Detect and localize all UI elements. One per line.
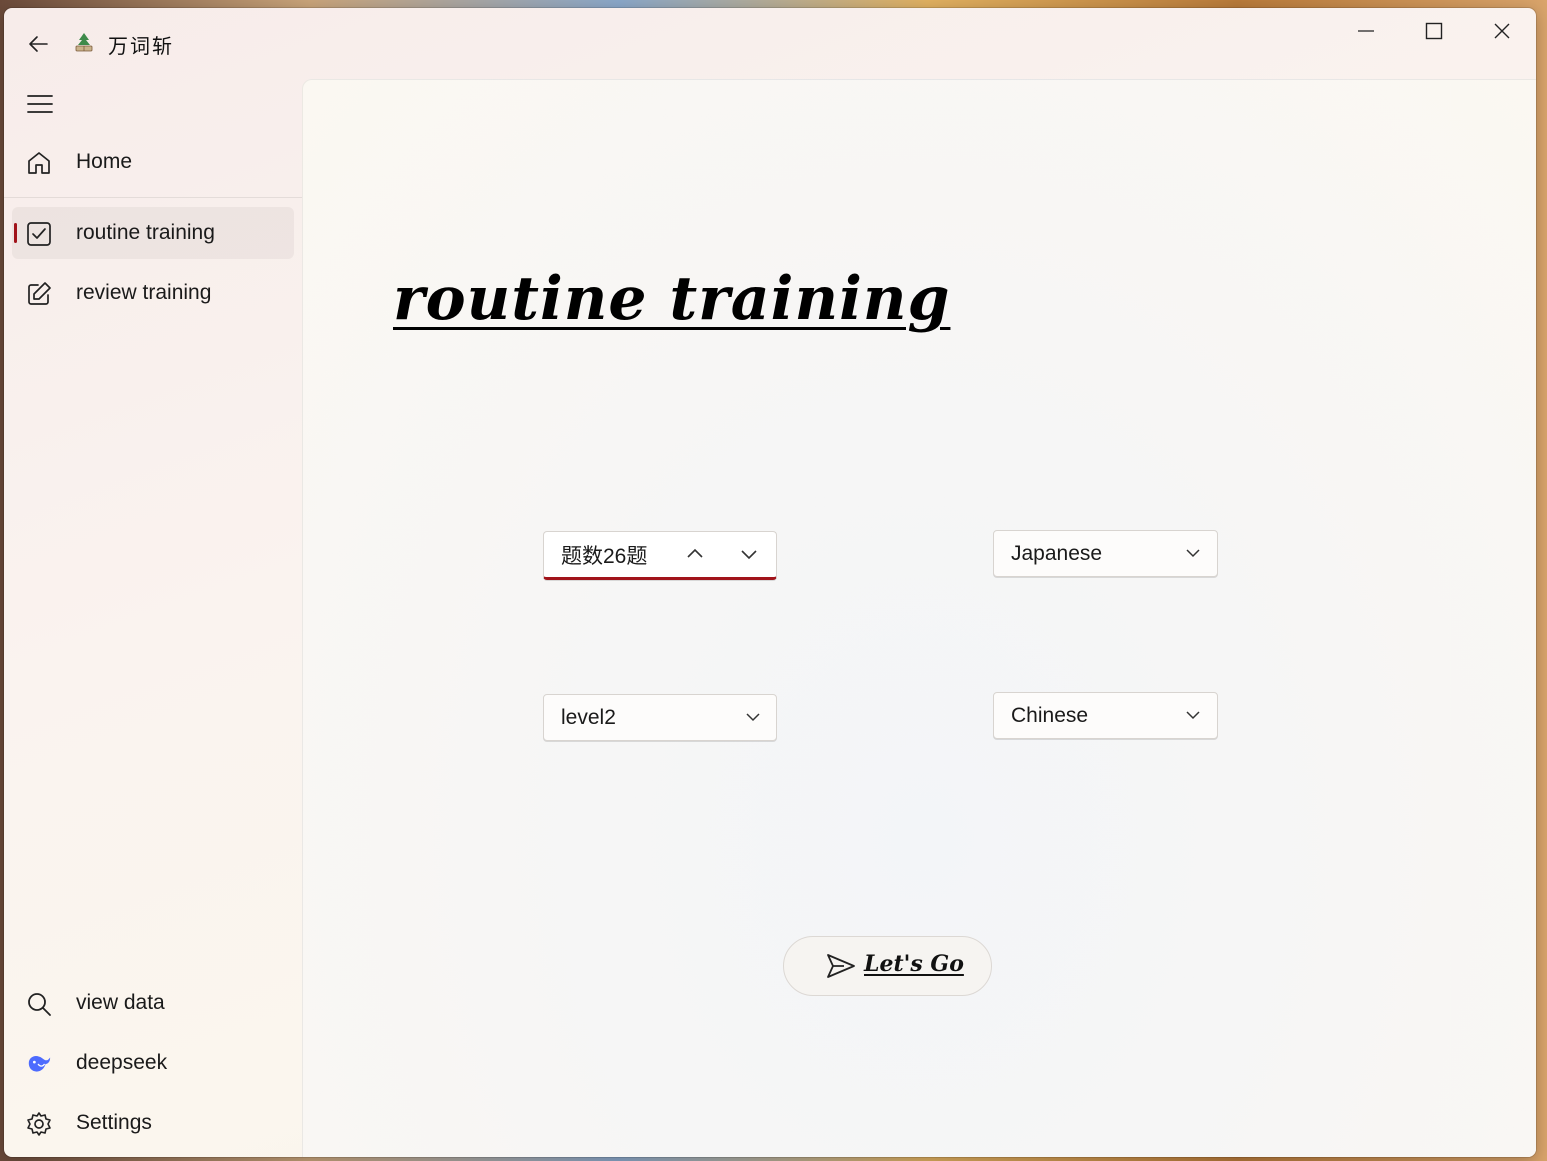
main-content: routine training 题数26题 level2 Japanese C… (302, 79, 1536, 1157)
spin-up-button[interactable] (686, 545, 704, 563)
selection-indicator (14, 223, 17, 243)
search-icon (26, 991, 52, 1017)
nav-item-home[interactable]: Home (12, 136, 294, 188)
nav-divider (4, 197, 302, 198)
nav-item-settings[interactable]: Settings (12, 1097, 294, 1149)
nav-item-label: view data (76, 991, 165, 1014)
chevron-down-icon (741, 550, 757, 560)
nav-item-deepseek[interactable]: deepseek (12, 1037, 294, 1089)
minimize-button[interactable] (1332, 8, 1400, 54)
chevron-down-icon (744, 708, 762, 726)
app-title: 万词斩 (108, 34, 174, 58)
nav-item-label: Home (76, 150, 133, 173)
source-language-value: Japanese (1011, 541, 1103, 565)
gear-icon (26, 1111, 52, 1137)
close-icon (1494, 23, 1510, 39)
back-button[interactable] (22, 28, 54, 60)
hamburger-icon (27, 95, 53, 113)
level-select-value: level2 (561, 705, 616, 729)
home-icon (26, 150, 52, 176)
spin-down-button[interactable] (740, 545, 758, 563)
question-count-numberbox[interactable]: 题数26题 (543, 531, 777, 580)
nav-item-label: routine training (76, 221, 215, 244)
page-title: routine training (393, 264, 951, 334)
send-icon (827, 954, 855, 978)
chevron-down-icon (1184, 706, 1202, 724)
source-language-select[interactable]: Japanese (993, 530, 1218, 577)
nav-item-review-training[interactable]: review training (12, 267, 294, 319)
edit-icon (26, 281, 52, 307)
maximize-icon (1425, 22, 1443, 40)
nav-item-label: review training (76, 281, 212, 304)
lets-go-label: Let's Go (864, 951, 964, 977)
level-select[interactable]: level2 (543, 694, 777, 741)
target-language-value: Chinese (1011, 703, 1089, 727)
title-bar: 万词斩 (4, 8, 1536, 78)
chevron-up-icon (687, 548, 703, 558)
chevron-down-icon (1184, 544, 1202, 562)
deepseek-whale-icon (26, 1051, 52, 1077)
app-window: 万词斩 Home routine training review trainin (4, 8, 1536, 1157)
nav-item-view-data[interactable]: view data (12, 977, 294, 1029)
minimize-icon (1358, 30, 1374, 32)
back-arrow-icon (29, 36, 48, 52)
target-language-select[interactable]: Chinese (993, 692, 1218, 739)
nav-item-label: deepseek (76, 1051, 168, 1074)
menu-toggle-button[interactable] (22, 88, 58, 120)
checkbox-icon (26, 221, 52, 247)
nav-item-label: Settings (76, 1111, 152, 1134)
close-button[interactable] (1468, 8, 1536, 54)
nav-item-routine-training[interactable]: routine training (12, 207, 294, 259)
app-logo-icon (75, 33, 93, 52)
maximize-button[interactable] (1400, 8, 1468, 54)
question-count-value: 题数26题 (561, 544, 648, 568)
lets-go-button[interactable]: Let's Go (783, 936, 992, 996)
